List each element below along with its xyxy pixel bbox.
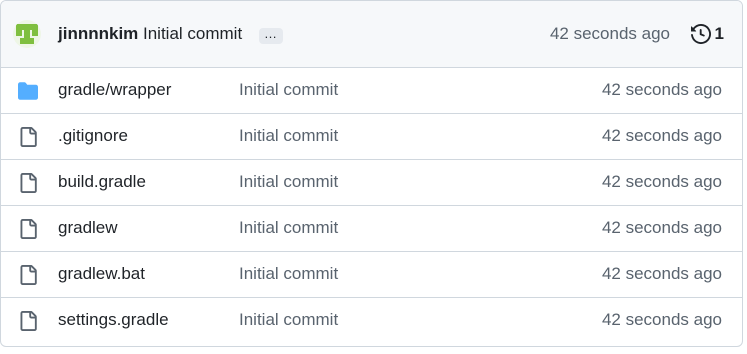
file-commit-time: 42 seconds ago xyxy=(601,310,722,329)
file-row-build-gradle[interactable]: build.gradle Initial commit 42 seconds a… xyxy=(1,160,742,206)
file-commit-time: 42 seconds ago xyxy=(601,80,722,99)
file-commit-message-link[interactable]: Initial commit xyxy=(239,310,338,330)
commit-time: 42 seconds ago xyxy=(549,24,670,43)
file-icon xyxy=(20,219,37,239)
commit-author-link[interactable]: jinnnnkim xyxy=(58,24,138,44)
file-name-link[interactable]: settings.gradle xyxy=(58,310,169,330)
file-commit-time: 42 seconds ago xyxy=(601,218,722,237)
file-browser-panel: jinnnnkim Initial commit … 42 seconds ag… xyxy=(0,0,743,347)
file-name-link[interactable]: build.gradle xyxy=(58,172,146,192)
file-icon xyxy=(20,265,37,285)
file-icon xyxy=(20,311,37,331)
file-row-gitignore[interactable]: .gitignore Initial commit 42 seconds ago xyxy=(1,114,742,160)
file-row-gradlew-bat[interactable]: gradlew.bat Initial commit 42 seconds ag… xyxy=(1,252,742,298)
file-row-settings-gradle[interactable]: settings.gradle Initial commit 42 second… xyxy=(1,298,742,343)
commit-message-link[interactable]: Initial commit xyxy=(143,24,242,44)
file-name-link[interactable]: .gitignore xyxy=(58,126,128,146)
file-row-gradle-wrapper[interactable]: gradle/wrapper Initial commit 42 seconds… xyxy=(1,68,742,114)
file-name-link[interactable]: gradle/wrapper xyxy=(58,80,171,100)
file-icon xyxy=(20,173,37,193)
file-commit-time: 42 seconds ago xyxy=(601,172,722,191)
file-commit-message-link[interactable]: Initial commit xyxy=(239,126,338,146)
file-name-link[interactable]: gradlew xyxy=(58,218,118,238)
file-commit-message-link[interactable]: Initial commit xyxy=(239,264,338,284)
history-button[interactable]: 1 xyxy=(690,22,724,46)
expand-commit-button[interactable]: … xyxy=(259,27,283,44)
file-commit-time: 42 seconds ago xyxy=(601,264,722,283)
avatar[interactable] xyxy=(13,20,41,48)
file-name-link[interactable]: gradlew.bat xyxy=(58,264,145,284)
history-icon xyxy=(690,24,711,44)
file-icon xyxy=(20,127,37,147)
file-commit-message-link[interactable]: Initial commit xyxy=(239,218,338,238)
latest-commit-header: jinnnnkim Initial commit … 42 seconds ag… xyxy=(1,1,742,68)
file-commit-time: 42 seconds ago xyxy=(601,126,722,145)
file-commit-message-link[interactable]: Initial commit xyxy=(239,172,338,192)
folder-icon xyxy=(18,82,38,100)
file-row-gradlew[interactable]: gradlew Initial commit 42 seconds ago xyxy=(1,206,742,252)
file-commit-message-link[interactable]: Initial commit xyxy=(239,80,338,100)
history-count: 1 xyxy=(714,24,724,43)
